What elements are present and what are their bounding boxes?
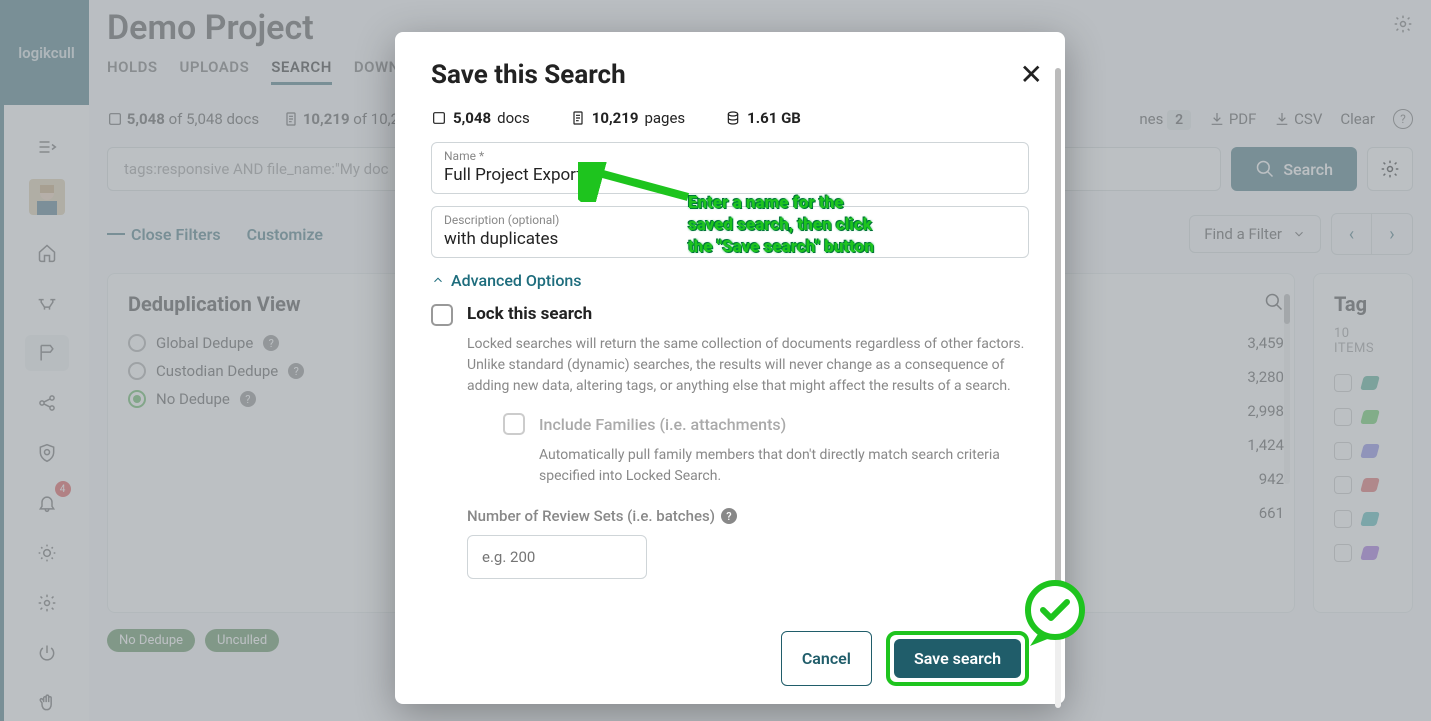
name-label: Name *	[444, 149, 1016, 163]
families-checkbox	[503, 413, 525, 435]
save-search-button[interactable]: Save search	[894, 639, 1021, 678]
save-search-dialog: ✕ Save this Search 5,048docs 10,219pages…	[395, 32, 1065, 704]
name-field[interactable]: Name *	[431, 142, 1029, 194]
name-input[interactable]	[444, 163, 1016, 185]
families-help: Automatically pull family members that d…	[539, 445, 1029, 487]
description-label: Description (optional)	[444, 213, 1016, 227]
help-icon[interactable]: ?	[721, 508, 737, 524]
lock-help: Locked searches will return the same col…	[467, 334, 1029, 397]
dialog-stats: 5,048docs 10,219pages 1.61 GB	[431, 108, 1029, 128]
description-input[interactable]	[444, 227, 1016, 249]
lock-title: Lock this search	[467, 304, 1029, 324]
lock-checkbox[interactable]	[431, 304, 453, 326]
cancel-button[interactable]: Cancel	[781, 631, 872, 686]
families-label: Include Families (i.e. attachments)	[539, 415, 786, 434]
dialog-title: Save this Search	[431, 60, 1029, 90]
description-field[interactable]: Description (optional)	[431, 206, 1029, 258]
reviewsets-input[interactable]	[467, 535, 647, 579]
save-highlight: Save search	[886, 631, 1029, 686]
close-icon[interactable]: ✕	[1020, 58, 1043, 91]
reviewsets-label: Number of Review Sets (i.e. batches)?	[467, 507, 1029, 525]
advanced-options-toggle[interactable]: Advanced Options	[431, 270, 1029, 290]
dialog-scrollbar[interactable]	[1055, 68, 1061, 708]
